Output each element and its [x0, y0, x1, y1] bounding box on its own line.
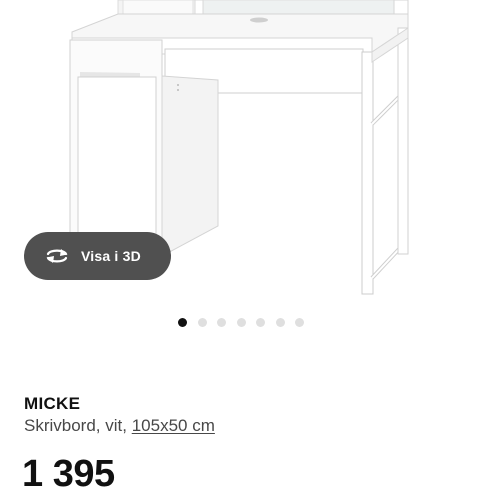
pagination-dot[interactable] — [256, 318, 265, 327]
pagination-dot[interactable] — [197, 318, 207, 327]
product-description-text: Skrivbord, vit, — [24, 416, 127, 435]
product-price: 1 395 — [22, 453, 115, 495]
pagination-dot[interactable] — [275, 318, 285, 327]
view-in-3d-button[interactable]: Visa i 3D — [24, 232, 171, 280]
product-image-gallery[interactable]: Visa i 3D — [0, 0, 480, 305]
product-description: Skrivbord, vit, 105x50 cm — [24, 416, 215, 436]
pagination-dot[interactable] — [217, 318, 226, 327]
pagination-dot[interactable] — [295, 318, 304, 327]
view-in-3d-label: Visa i 3D — [81, 248, 141, 264]
rotate-3d-icon — [46, 249, 68, 263]
image-pagination-dots — [0, 318, 480, 328]
product-name: MICKE — [24, 394, 81, 413]
pagination-dot[interactable] — [236, 318, 246, 327]
product-size-link[interactable]: 105x50 cm — [132, 416, 215, 435]
pagination-dot[interactable] — [178, 318, 187, 327]
